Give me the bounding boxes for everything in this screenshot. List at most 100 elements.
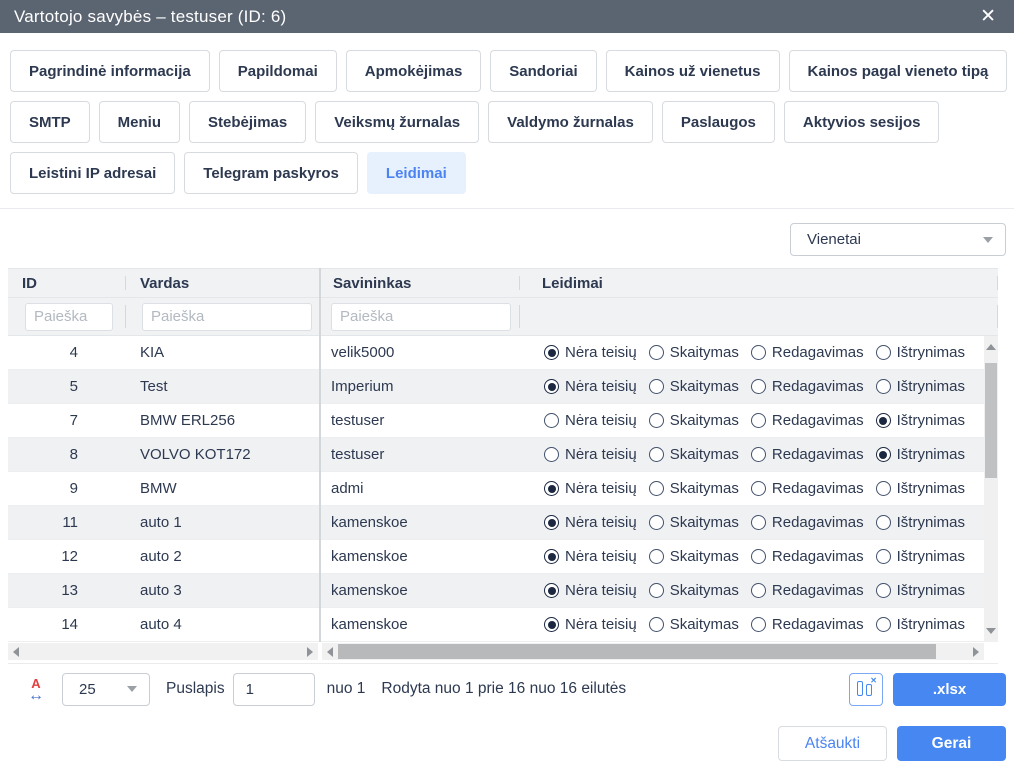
- radio-option-skaitymas[interactable]: Skaitymas: [649, 616, 739, 633]
- tab-telegram-paskyros[interactable]: Telegram paskyros: [184, 152, 358, 194]
- cell-permissions: Nėra teisių Skaitymas Redagavimas Ištrynima…: [520, 506, 984, 539]
- radio-option-redagavimas[interactable]: Redagavimas: [751, 412, 864, 429]
- modal-titlebar: Vartotojo savybės – testuser (ID: 6) ✕: [0, 0, 1014, 33]
- vertical-scrollbar[interactable]: [984, 336, 998, 642]
- tab-valdymo-urnalas[interactable]: Valdymo žurnalas: [488, 101, 653, 143]
- column-header-name[interactable]: Vardas: [126, 269, 319, 297]
- radio-option-redagavimas[interactable]: Redagavimas: [751, 446, 864, 463]
- grid-search-row: [8, 298, 998, 336]
- radio-label: Skaitymas: [670, 344, 739, 361]
- cell-owner: kamenskoe: [319, 540, 520, 573]
- tab-papildomai[interactable]: Papildomai: [219, 50, 337, 92]
- radio-icon: [544, 583, 559, 598]
- radio-option-n-ra-teisi[interactable]: Nėra teisių: [544, 378, 637, 395]
- radio-option-redagavimas[interactable]: Redagavimas: [751, 616, 864, 633]
- search-input-name[interactable]: [142, 303, 312, 331]
- radio-option-skaitymas[interactable]: Skaitymas: [649, 378, 739, 395]
- column-header-permissions[interactable]: Leidimai: [520, 269, 998, 297]
- export-xlsx-button[interactable]: .xlsx: [893, 673, 1006, 706]
- tab-sandoriai[interactable]: Sandoriai: [490, 50, 596, 92]
- radio-option-skaitymas[interactable]: Skaitymas: [649, 582, 739, 599]
- cell-owner: kamenskoe: [319, 574, 520, 607]
- radio-label: Nėra teisių: [565, 616, 637, 633]
- cancel-button[interactable]: Atšaukti: [778, 726, 887, 761]
- radio-option-skaitymas[interactable]: Skaitymas: [649, 548, 739, 565]
- page-size-select[interactable]: 25: [62, 673, 150, 706]
- radio-option-n-ra-teisi[interactable]: Nėra teisių: [544, 480, 637, 497]
- tab-apmok-jimas[interactable]: Apmokėjimas: [346, 50, 482, 92]
- horizontal-scrollbar-frozen[interactable]: [8, 643, 318, 660]
- page-number-input[interactable]: [233, 673, 315, 706]
- scroll-up-icon[interactable]: [986, 344, 996, 350]
- tab-pagrindin-informacija[interactable]: Pagrindinė informacija: [10, 50, 210, 92]
- vertical-scrollbar-thumb[interactable]: [985, 363, 997, 478]
- pagination-actions: ✕ .xlsx: [849, 673, 1006, 706]
- tab-kainos-pagal-vieneto-tip[interactable]: Kainos pagal vieneto tipą: [789, 50, 1008, 92]
- radio-option-redagavimas[interactable]: Redagavimas: [751, 582, 864, 599]
- radio-option-redagavimas[interactable]: Redagavimas: [751, 548, 864, 565]
- radio-icon: [751, 481, 766, 496]
- radio-option-i-trynimas[interactable]: Ištrynimas: [876, 344, 965, 361]
- radio-option-i-trynimas[interactable]: Ištrynimas: [876, 480, 965, 497]
- tab-smtp[interactable]: SMTP: [10, 101, 90, 143]
- radio-option-i-trynimas[interactable]: Ištrynimas: [876, 548, 965, 565]
- radio-label: Ištrynimas: [897, 514, 965, 531]
- radio-label: Redagavimas: [772, 582, 864, 599]
- radio-icon: [876, 617, 891, 632]
- tab-leistini-ip-adresai[interactable]: Leistini IP adresai: [10, 152, 175, 194]
- radio-option-skaitymas[interactable]: Skaitymas: [649, 446, 739, 463]
- radio-option-n-ra-teisi[interactable]: Nėra teisių: [544, 412, 637, 429]
- tab-steb-jimas[interactable]: Stebėjimas: [189, 101, 306, 143]
- radio-option-skaitymas[interactable]: Skaitymas: [649, 344, 739, 361]
- tab-paslaugos[interactable]: Paslaugos: [662, 101, 775, 143]
- radio-option-redagavimas[interactable]: Redagavimas: [751, 514, 864, 531]
- radio-option-skaitymas[interactable]: Skaitymas: [649, 412, 739, 429]
- units-select[interactable]: Vienetai: [790, 223, 1006, 256]
- radio-option-i-trynimas[interactable]: Ištrynimas: [876, 446, 965, 463]
- radio-option-i-trynimas[interactable]: Ištrynimas: [876, 514, 965, 531]
- cell-permissions: Nėra teisių Skaitymas Redagavimas Ištrynima…: [520, 472, 984, 505]
- radio-option-n-ra-teisi[interactable]: Nėra teisių: [544, 446, 637, 463]
- scroll-left-icon[interactable]: [327, 647, 333, 657]
- column-header-owner[interactable]: Savininkas: [319, 269, 520, 297]
- cell-name: Test: [126, 370, 319, 403]
- radio-option-redagavimas[interactable]: Redagavimas: [751, 378, 864, 395]
- scroll-left-icon[interactable]: [13, 647, 19, 657]
- column-header-id[interactable]: ID: [8, 269, 126, 297]
- tab-meniu[interactable]: Meniu: [99, 101, 180, 143]
- grid-header-row: ID Vardas Savininkas Leidimai: [8, 268, 998, 298]
- scroll-right-icon[interactable]: [973, 647, 979, 657]
- radio-option-n-ra-teisi[interactable]: Nėra teisių: [544, 616, 637, 633]
- radio-option-n-ra-teisi[interactable]: Nėra teisių: [544, 344, 637, 361]
- radio-option-i-trynimas[interactable]: Ištrynimas: [876, 378, 965, 395]
- tab-veiksm-urnalas[interactable]: Veiksmų žurnalas: [315, 101, 479, 143]
- radio-option-n-ra-teisi[interactable]: Nėra teisių: [544, 582, 637, 599]
- tab-leidimai[interactable]: Leidimai: [367, 152, 466, 194]
- radio-option-skaitymas[interactable]: Skaitymas: [649, 480, 739, 497]
- radio-option-skaitymas[interactable]: Skaitymas: [649, 514, 739, 531]
- radio-label: Redagavimas: [772, 616, 864, 633]
- search-input-owner[interactable]: [331, 303, 511, 331]
- ok-button[interactable]: Gerai: [897, 726, 1006, 761]
- radio-option-redagavimas[interactable]: Redagavimas: [751, 480, 864, 497]
- radio-option-i-trynimas[interactable]: Ištrynimas: [876, 582, 965, 599]
- columns-toggle-button[interactable]: ✕: [849, 673, 883, 706]
- tab-kainos-u-vienetus[interactable]: Kainos už vienetus: [606, 50, 780, 92]
- scroll-right-icon[interactable]: [307, 647, 313, 657]
- search-input-id[interactable]: [25, 303, 113, 331]
- table-row: 9BMWadmiNėra teisiųSkaitymasRedagavimasI…: [8, 472, 998, 506]
- radio-option-i-trynimas[interactable]: Ištrynimas: [876, 616, 965, 633]
- tab-row: Pagrindinė informacijaPapildomaiApmokėji…: [10, 50, 1004, 92]
- radio-option-n-ra-teisi[interactable]: Nėra teisių: [544, 548, 637, 565]
- tab-aktyvios-sesijos[interactable]: Aktyvios sesijos: [784, 101, 940, 143]
- radio-label: Nėra teisių: [565, 582, 637, 599]
- close-icon[interactable]: ✕: [976, 5, 1000, 28]
- radio-option-i-trynimas[interactable]: Ištrynimas: [876, 412, 965, 429]
- horizontal-scrollbar-thumb[interactable]: [338, 644, 936, 659]
- radio-option-n-ra-teisi[interactable]: Nėra teisių: [544, 514, 637, 531]
- horizontal-scrollbar-main[interactable]: [322, 643, 984, 660]
- scroll-down-icon[interactable]: [986, 628, 996, 634]
- fit-width-icon[interactable]: A ↔: [24, 678, 48, 701]
- radio-option-redagavimas[interactable]: Redagavimas: [751, 344, 864, 361]
- radio-icon: [544, 413, 559, 428]
